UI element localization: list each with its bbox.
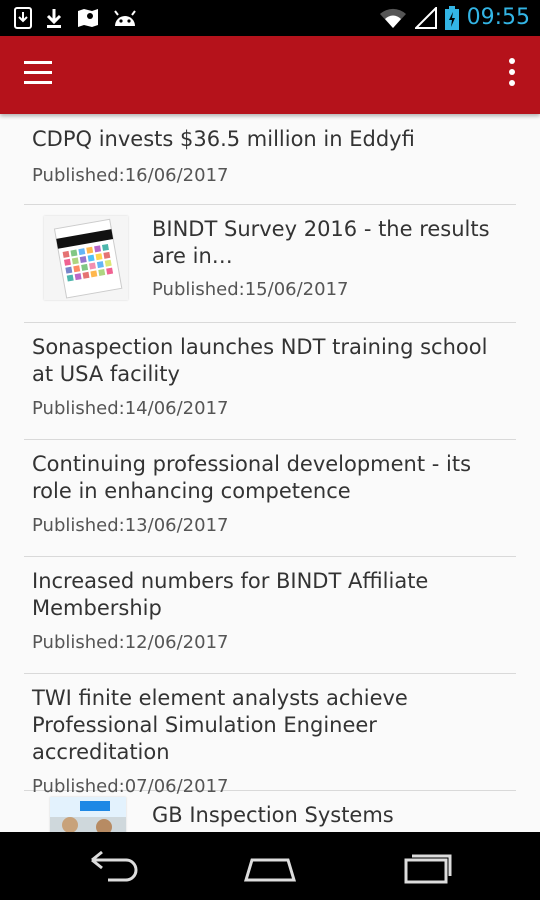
article-title: Increased numbers for BINDT Affiliate Me… xyxy=(32,569,429,620)
list-item[interactable]: TWI finite element analysts achieve Prof… xyxy=(24,674,516,797)
article-date: Published:14/06/2017 xyxy=(32,398,229,419)
list-item[interactable]: Continuing professional development - it… xyxy=(24,440,516,557)
sim-card-icon xyxy=(14,7,32,29)
list-item[interactable]: GB Inspection Systems announces xyxy=(24,791,516,832)
download-icon xyxy=(46,9,62,28)
list-item[interactable]: BINDT Survey 2016 - the results are in… … xyxy=(24,205,516,323)
android-icon xyxy=(114,10,136,26)
list-item[interactable]: CDPQ invests $36.5 million in Eddyfi Pub… xyxy=(24,114,516,205)
article-date: Published:12/06/2017 xyxy=(32,632,229,653)
system-icons: 09:55 xyxy=(379,4,530,32)
article-title: Sonaspection launches NDT training schoo… xyxy=(32,335,488,386)
status-bar: 09:55 xyxy=(0,0,540,36)
news-list: CDPQ invests $36.5 million in Eddyfi Pub… xyxy=(0,114,540,832)
recent-apps-icon[interactable] xyxy=(398,846,458,886)
survey-report-thumbnail xyxy=(44,216,128,300)
list-item[interactable]: Increased numbers for BINDT Affiliate Me… xyxy=(24,557,516,674)
people-photo-thumbnail xyxy=(50,797,126,832)
battery-charging-icon xyxy=(444,6,459,30)
navigation-bar xyxy=(0,832,540,900)
back-icon[interactable] xyxy=(84,846,144,886)
clock: 09:55 xyxy=(466,5,530,30)
wifi-icon xyxy=(379,8,406,28)
cell-signal-icon xyxy=(414,7,437,29)
app-bar xyxy=(0,36,540,114)
article-title: TWI finite element analysts achieve Prof… xyxy=(32,686,408,764)
article-date: Published:16/06/2017 xyxy=(32,165,229,186)
article-date: Published:13/06/2017 xyxy=(32,515,229,536)
map-location-icon xyxy=(78,9,98,27)
notification-icons xyxy=(14,7,138,29)
article-title: Continuing professional development - it… xyxy=(32,452,472,503)
article-title: CDPQ invests $36.5 million in Eddyfi xyxy=(32,127,415,151)
overflow-menu-icon[interactable] xyxy=(502,58,522,92)
list-item[interactable]: Sonaspection launches NDT training schoo… xyxy=(24,323,516,440)
home-icon[interactable] xyxy=(240,846,300,886)
hamburger-menu-icon[interactable] xyxy=(22,61,56,89)
